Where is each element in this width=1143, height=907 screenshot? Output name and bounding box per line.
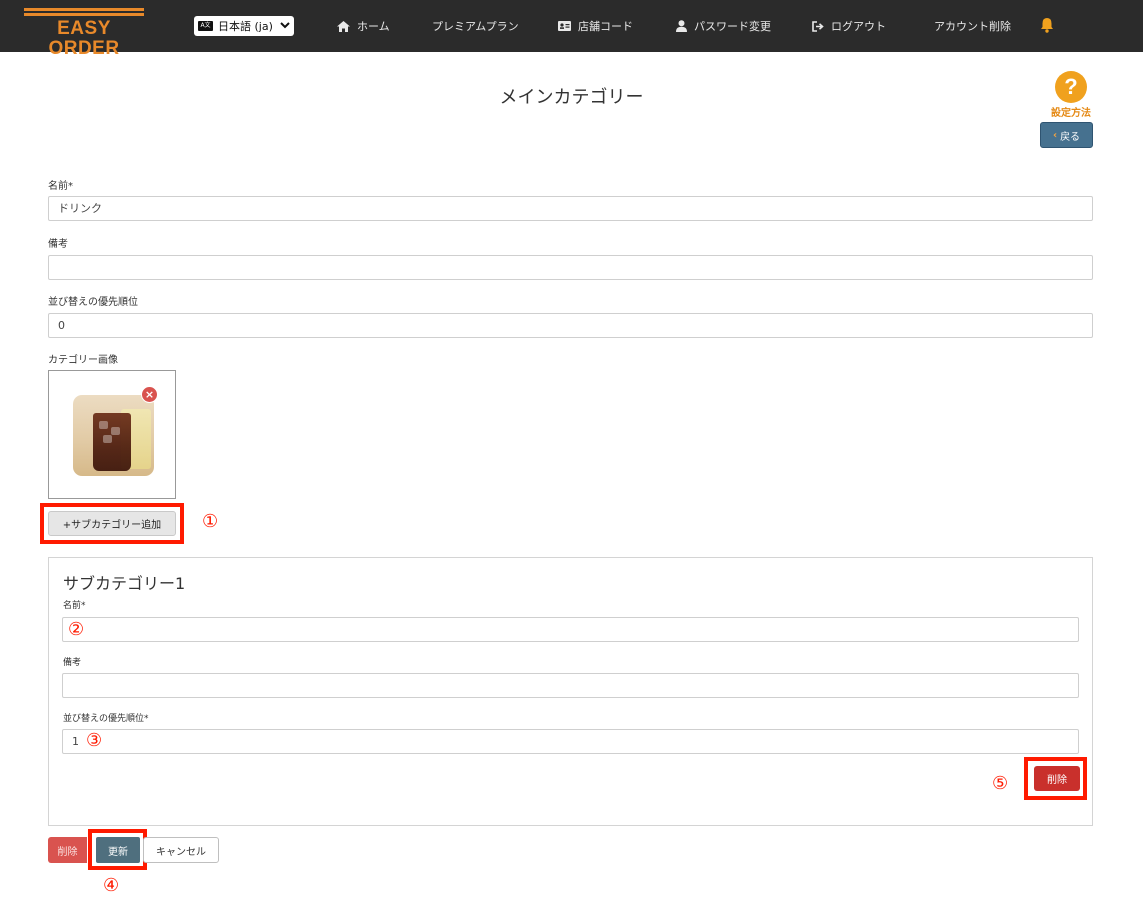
annotation-box-4: [88, 829, 147, 870]
cancel-button[interactable]: キャンセル: [143, 837, 219, 863]
language-select[interactable]: A文 日本語 (ja): [194, 16, 294, 36]
back-button[interactable]: ‹ 戻る: [1040, 122, 1093, 148]
annotation-number-2: ②: [68, 619, 85, 640]
annotation-box-1: [40, 503, 184, 544]
nav-logout[interactable]: ログアウト: [812, 17, 886, 35]
nav-premium-label: プレミアムプラン: [432, 20, 519, 33]
nav-premium-plan[interactable]: プレミアムプラン: [432, 17, 519, 35]
nav-home[interactable]: ホーム: [337, 17, 390, 35]
top-navbar: EASY ORDER A文 日本語 (ja) ホーム プレミアムプラン 店舗コー…: [0, 0, 1143, 59]
help-icon[interactable]: ?: [1055, 71, 1087, 103]
note-input[interactable]: [48, 255, 1093, 280]
help-link[interactable]: 設定方法: [1046, 104, 1096, 119]
sub-name-label: 名前*: [63, 601, 86, 611]
subcategory-title: サブカテゴリー1: [63, 574, 186, 593]
delete-button[interactable]: 削除: [48, 837, 87, 863]
nav-home-label: ホーム: [357, 20, 390, 33]
sub-note-label: 備考: [63, 658, 82, 668]
home-icon: [337, 20, 350, 32]
back-label: 戻る: [1060, 131, 1081, 143]
language-value: 日本語 (ja): [218, 20, 273, 33]
name-label: 名前*: [48, 181, 73, 192]
chevron-left-icon: ‹: [1052, 129, 1058, 141]
nav-change-password[interactable]: パスワード変更: [676, 17, 771, 35]
user-icon: [676, 20, 687, 32]
translate-icon: A文: [198, 21, 213, 31]
nav-logout-label: ログアウト: [831, 20, 886, 33]
chevron-down-icon: [280, 22, 290, 29]
annotation-number-3: ③: [86, 730, 103, 751]
sub-name-input[interactable]: [62, 617, 1079, 642]
easy-order-logo[interactable]: EASY ORDER: [24, 8, 144, 59]
annotation-number-4: ④: [103, 875, 120, 896]
bell-icon[interactable]: [1040, 17, 1054, 33]
page-title: メインカテゴリー: [499, 87, 644, 108]
nav-store-code-label: 店舗コード: [578, 20, 633, 33]
logout-icon: [812, 20, 824, 32]
priority-input[interactable]: 0: [48, 313, 1093, 338]
sub-note-input[interactable]: [62, 673, 1079, 698]
nav-store-code[interactable]: 店舗コード: [558, 17, 633, 35]
priority-label: 並び替えの優先順位: [48, 297, 138, 308]
sub-priority-input[interactable]: 1: [62, 729, 1079, 754]
name-input[interactable]: ドリンク: [48, 196, 1093, 221]
sub-priority-label: 並び替えの優先順位*: [63, 714, 149, 724]
annotation-box-5: [1024, 757, 1087, 800]
note-label: 備考: [48, 239, 68, 250]
nav-password-label: パスワード変更: [694, 20, 771, 33]
annotation-number-5: ⑤: [992, 773, 1009, 794]
nav-delete-account[interactable]: アカウント削除: [934, 17, 1011, 35]
logo-text: EASY ORDER: [48, 18, 120, 59]
remove-image-icon[interactable]: ×: [141, 386, 158, 403]
annotation-number-1: ①: [202, 511, 219, 532]
category-image: [73, 395, 154, 476]
nav-delete-account-label: アカウント削除: [934, 20, 1011, 33]
category-image-label: カテゴリー画像: [48, 355, 118, 366]
id-card-icon: [558, 21, 571, 31]
category-image-box[interactable]: ×: [48, 370, 176, 499]
